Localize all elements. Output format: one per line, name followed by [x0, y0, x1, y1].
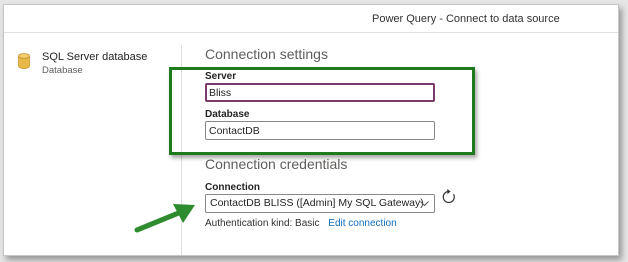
connection-credentials-heading: Connection credentials [205, 156, 348, 172]
database-icon [18, 53, 30, 69]
authentication-row: Authentication kind: Basic Edit connecti… [205, 218, 397, 229]
highlight-box [169, 67, 475, 155]
connection-settings-heading: Connection settings [205, 46, 328, 62]
power-query-dialog: Power Query - Connect to data source SQL… [3, 4, 619, 256]
refresh-icon[interactable] [441, 189, 457, 205]
title-bar: Power Query - Connect to data source [4, 5, 618, 33]
authentication-kind-label: Authentication kind: Basic [205, 218, 320, 229]
chevron-down-icon [420, 201, 429, 207]
source-name: SQL Server database [42, 51, 148, 63]
connection-dropdown[interactable]: ContactDB BLISS ([Admin] My SQL Gateway) [205, 194, 435, 213]
connection-selected-value: ContactDB BLISS ([Admin] My SQL Gateway) [210, 197, 424, 209]
connection-label: Connection [205, 182, 260, 193]
window-title: Power Query - Connect to data source [372, 13, 560, 25]
edit-connection-link[interactable]: Edit connection [328, 218, 396, 229]
green-arrow-annotation [134, 204, 195, 233]
source-type: Database [42, 65, 83, 76]
